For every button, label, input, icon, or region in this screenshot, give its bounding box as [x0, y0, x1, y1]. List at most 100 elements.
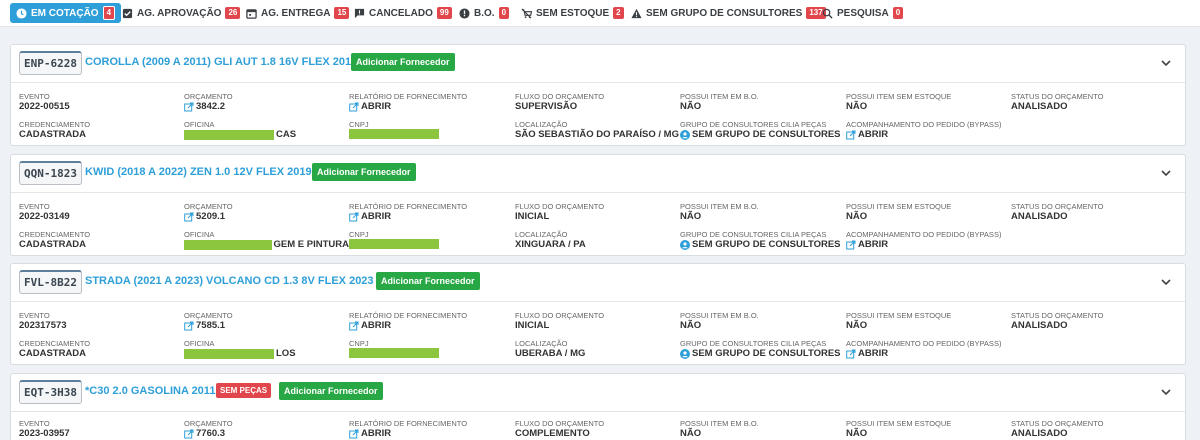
card-header[interactable]: EQT-3H38 *C30 2.0 GASOLINA 2011 SEM PEÇA…: [11, 374, 1185, 412]
external-link-icon: [349, 212, 359, 222]
field-label: POSSUI ITEM EM B.O.: [680, 311, 759, 320]
report-link[interactable]: ABRIR: [349, 320, 514, 332]
redacted-block: [184, 240, 272, 250]
tab-pesquisa[interactable]: PESQUISA 0: [818, 3, 907, 23]
field-label: POSSUI ITEM EM B.O.: [680, 92, 759, 101]
chevron-down-icon[interactable]: [1159, 56, 1173, 70]
add-supplier-button[interactable]: Adicionar Fornecedor: [376, 272, 480, 290]
add-supplier-button[interactable]: Adicionar Fornecedor: [279, 382, 383, 400]
chevron-down-icon[interactable]: [1159, 275, 1173, 289]
bypass-link[interactable]: ABRIR: [846, 129, 1011, 141]
vehicle-title[interactable]: STRADA (2021 A 2023) VOLCANO CD 1.3 8V F…: [85, 275, 374, 287]
report-link[interactable]: ABRIR: [349, 428, 514, 440]
budget-value: 3842.2: [196, 101, 226, 112]
license-plate: ENP-6228: [19, 51, 82, 75]
budget-link[interactable]: 7585.1: [184, 320, 349, 332]
chevron-down-icon[interactable]: [1159, 385, 1173, 399]
vehicle-title[interactable]: KWID (2018 A 2022) ZEN 1.0 12V FLEX 2019: [85, 166, 312, 178]
report-link[interactable]: ABRIR: [349, 101, 514, 113]
vehicle-title[interactable]: COROLLA (2009 A 2011) GLI AUT 1.8 16V FL…: [85, 56, 357, 68]
field-evento: EVENTO 202317573: [19, 311, 184, 332]
count-badge: 0: [498, 7, 510, 19]
tab-ag-aprovacao[interactable]: AG. APROVAÇÃO 26: [118, 3, 244, 23]
field-label: ACOMPANHAMENTO DO PEDIDO (BYPASS): [846, 120, 1002, 129]
budget-link[interactable]: 3842.2: [184, 101, 349, 113]
field-value: NÃO: [846, 211, 868, 222]
tab-sem-grupo-consultores[interactable]: SEM GRUPO DE CONSULTORES 137: [627, 3, 830, 23]
field-evento: EVENTO 2022-00515: [19, 92, 184, 113]
message-alert-icon: [354, 8, 365, 19]
redacted-block: [349, 129, 439, 139]
field-label: ORÇAMENTO: [184, 202, 233, 211]
report-link-label: ABRIR: [361, 211, 392, 222]
field-value: NÃO: [680, 320, 702, 331]
field-value: SEM GRUPO DE CONSULTORES: [692, 348, 841, 359]
external-link-icon: [349, 102, 359, 112]
field-label: GRUPO DE CONSULTORES CILIA PEÇAS: [680, 339, 827, 348]
field-acompanhamento: ACOMPANHAMENTO DO PEDIDO (BYPASS) ABRIR: [846, 230, 1011, 251]
add-supplier-button[interactable]: Adicionar Fornecedor: [312, 163, 416, 181]
field-label: LOCALIZAÇÃO: [515, 339, 568, 348]
vehicle-title[interactable]: *C30 2.0 GASOLINA 2011: [85, 385, 215, 397]
tab-bo[interactable]: B.O. 0: [455, 3, 513, 23]
field-label: CNPJ: [349, 230, 369, 239]
field-label: STATUS DO ORÇAMENTO: [1011, 311, 1104, 320]
field-value: COMPLEMENTO: [515, 428, 590, 439]
field-label: EVENTO: [19, 92, 50, 101]
field-cnpj: CNPJ: [349, 120, 514, 139]
field-label: EVENTO: [19, 311, 50, 320]
field-label: CREDENCIAMENTO: [19, 230, 91, 239]
chevron-down-icon[interactable]: [1159, 166, 1173, 180]
field-label: OFICINA: [184, 339, 215, 348]
field-credenciamento: CREDENCIAMENTO CADASTRADA: [19, 230, 184, 251]
count-badge: 26: [225, 7, 241, 19]
bypass-link-label: ABRIR: [858, 129, 889, 140]
field-fluxo: FLUXO DO ORÇAMENTO INICIAL: [515, 311, 680, 332]
report-link-label: ABRIR: [361, 320, 392, 331]
field-label: CREDENCIAMENTO: [19, 120, 91, 129]
field-value: NÃO: [846, 101, 868, 112]
field-sem-estoque: POSSUI ITEM SEM ESTOQUE NÃO: [846, 419, 1011, 440]
add-supplier-button[interactable]: Adicionar Fornecedor: [351, 53, 455, 71]
field-oficina: OFICINA CAS: [184, 120, 349, 141]
field-value: ANALISADO: [1011, 428, 1068, 439]
card-header[interactable]: ENP-6228 COROLLA (2009 A 2011) GLI AUT 1…: [11, 45, 1185, 83]
tab-ag-entrega[interactable]: AG. ENTREGA 15: [242, 3, 353, 23]
field-grupo: GRUPO DE CONSULTORES CILIA PEÇAS SEM GRUP…: [680, 120, 845, 141]
field-value: INICIAL: [515, 320, 550, 331]
field-label: ACOMPANHAMENTO DO PEDIDO (BYPASS): [846, 339, 1002, 348]
field-localizacao: LOCALIZAÇÃO SÃO SEBASTIÃO DO PARAÍSO / MG: [515, 120, 680, 141]
field-bo: POSSUI ITEM EM B.O. NÃO: [680, 92, 845, 113]
external-link-icon: [846, 130, 856, 140]
external-link-icon: [184, 321, 194, 331]
tab-em-cotacao[interactable]: EM COTAÇÃO 4: [10, 3, 122, 23]
field-value: 2022-03149: [19, 211, 70, 222]
field-bo: POSSUI ITEM EM B.O. NÃO: [680, 311, 845, 332]
field-value: ANALISADO: [1011, 211, 1068, 222]
bypass-link-label: ABRIR: [858, 239, 889, 250]
field-value: SÃO SEBASTIÃO DO PARAÍSO / MG: [515, 129, 679, 140]
card-header[interactable]: FVL-8B22 STRADA (2021 A 2023) VOLCANO CD…: [11, 264, 1185, 302]
budget-link[interactable]: 7760.3: [184, 428, 349, 440]
tab-label: AG. ENTREGA: [261, 7, 331, 19]
field-label: STATUS DO ORÇAMENTO: [1011, 419, 1104, 428]
field-acompanhamento: ACOMPANHAMENTO DO PEDIDO (BYPASS) ABRIR: [846, 120, 1011, 141]
budget-link[interactable]: 5209.1: [184, 211, 349, 223]
field-relatorio: RELATÓRIO DE FORNECIMENTO ABRIR: [349, 202, 514, 223]
report-link[interactable]: ABRIR: [349, 211, 514, 223]
field-evento: EVENTO 2022-03149: [19, 202, 184, 223]
checkbox-icon: [122, 8, 133, 19]
bypass-link[interactable]: ABRIR: [846, 239, 1011, 251]
card-header[interactable]: QQN-1823 KWID (2018 A 2022) ZEN 1.0 12V …: [11, 155, 1185, 193]
field-label: FLUXO DO ORÇAMENTO: [515, 92, 605, 101]
field-label: POSSUI ITEM EM B.O.: [680, 419, 759, 428]
field-label: RELATÓRIO DE FORNECIMENTO: [349, 92, 468, 101]
count-badge: 15: [334, 7, 350, 19]
user-circle-icon: [680, 130, 690, 140]
external-link-icon: [184, 102, 194, 112]
bypass-link[interactable]: ABRIR: [846, 348, 1011, 360]
tab-cancelado[interactable]: CANCELADO 99: [350, 3, 456, 23]
field-grupo: GRUPO DE CONSULTORES CILIA PEÇAS SEM GRUP…: [680, 339, 845, 360]
field-value: NÃO: [846, 320, 868, 331]
tab-sem-estoque[interactable]: SEM ESTOQUE 2: [517, 3, 628, 23]
